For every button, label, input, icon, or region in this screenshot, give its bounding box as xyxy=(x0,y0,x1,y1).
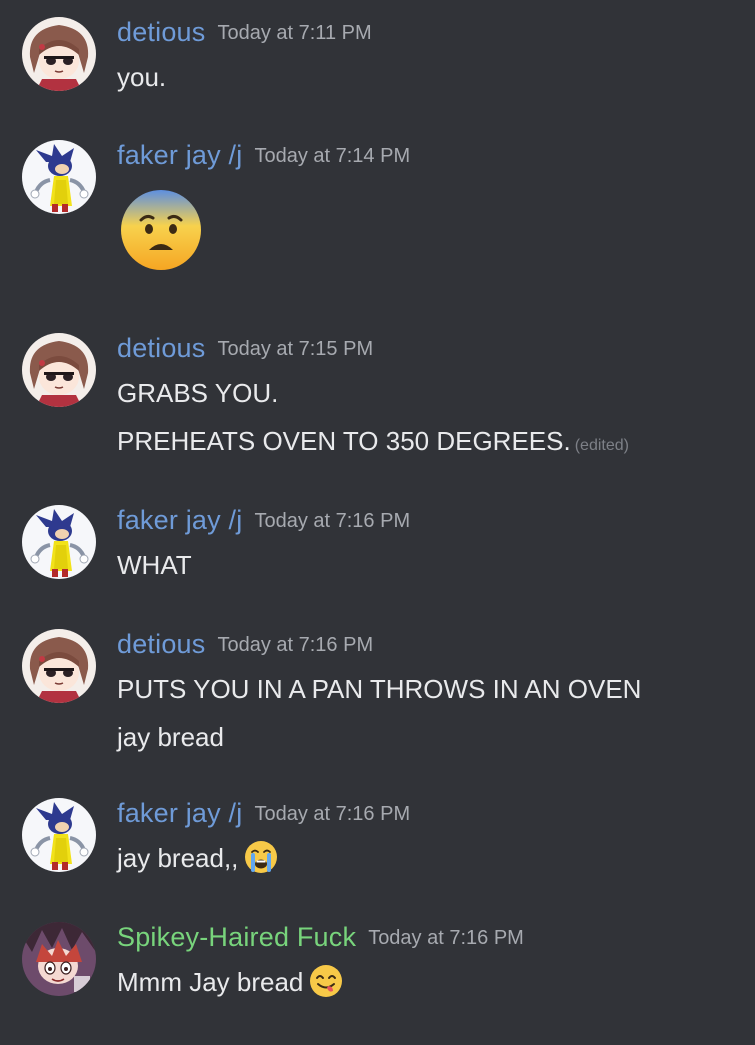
timestamp: Today at 7:16 PM xyxy=(254,510,411,532)
author-name[interactable]: detious xyxy=(117,17,205,47)
message-text: you. xyxy=(117,62,167,92)
timestamp: Today at 7:16 PM xyxy=(254,803,411,825)
message-text-content: jay bread,, xyxy=(117,843,239,873)
author-name[interactable]: faker jay /j xyxy=(117,140,242,170)
avatar-detious[interactable] xyxy=(22,629,96,703)
message-header: faker jay /j Today at 7:16 PM xyxy=(117,798,410,829)
avatar-image xyxy=(22,140,96,214)
avatar-image xyxy=(22,922,96,996)
avatar-detious[interactable] xyxy=(22,17,96,91)
timestamp: Today at 7:16 PM xyxy=(368,927,524,949)
message-text-content: PREHEATS OVEN TO 350 DEGREES. xyxy=(117,426,571,456)
loudly-crying-face-emoji-icon[interactable] xyxy=(244,840,278,874)
timestamp: Today at 7:16 PM xyxy=(217,634,374,656)
message-header: detious Today at 7:15 PM xyxy=(117,333,373,364)
message-text: jay bread,, xyxy=(117,843,278,877)
timestamp: Today at 7:15 PM xyxy=(217,338,374,360)
message-text: WHAT xyxy=(117,550,192,580)
message-text-content: Mmm Jay bread xyxy=(117,967,304,997)
message-text: Mmm Jay bread xyxy=(117,967,343,1001)
author-name[interactable]: faker jay /j xyxy=(117,798,242,828)
message-text: GRABS YOU. xyxy=(117,378,279,408)
avatar-faker-jay[interactable] xyxy=(22,798,96,872)
avatar-image xyxy=(22,798,96,872)
avatar-spikey-haired[interactable] xyxy=(22,922,96,996)
yum-face-emoji-icon[interactable] xyxy=(309,964,343,998)
avatar-faker-jay[interactable] xyxy=(22,140,96,214)
message-header: detious Today at 7:16 PM xyxy=(117,629,373,660)
avatar-faker-jay[interactable] xyxy=(22,505,96,579)
message-header: faker jay /j Today at 7:14 PM xyxy=(117,140,410,171)
edited-label: (edited) xyxy=(574,437,629,454)
author-name[interactable]: detious xyxy=(117,629,205,659)
author-name[interactable]: Spikey-Haired Fuck xyxy=(117,922,356,952)
message-header: Spikey-Haired Fuck Today at 7:16 PM xyxy=(117,922,524,953)
fearful-face-emoji-icon[interactable] xyxy=(119,188,203,272)
author-name[interactable]: faker jay /j xyxy=(117,505,242,535)
avatar-image xyxy=(22,17,96,91)
message-text: jay bread xyxy=(117,722,224,752)
avatar-image xyxy=(22,505,96,579)
message-text: PUTS YOU IN A PAN THROWS IN AN OVEN xyxy=(117,674,642,704)
avatar-image xyxy=(22,333,96,407)
timestamp: Today at 7:14 PM xyxy=(254,145,411,167)
avatar-image xyxy=(22,629,96,703)
message-text: PREHEATS OVEN TO 350 DEGREES. (edited) xyxy=(117,426,629,457)
avatar-detious[interactable] xyxy=(22,333,96,407)
message-header: detious Today at 7:11 PM xyxy=(117,17,372,48)
timestamp: Today at 7:11 PM xyxy=(217,22,372,44)
author-name[interactable]: detious xyxy=(117,333,205,363)
message-header: faker jay /j Today at 7:16 PM xyxy=(117,505,410,536)
